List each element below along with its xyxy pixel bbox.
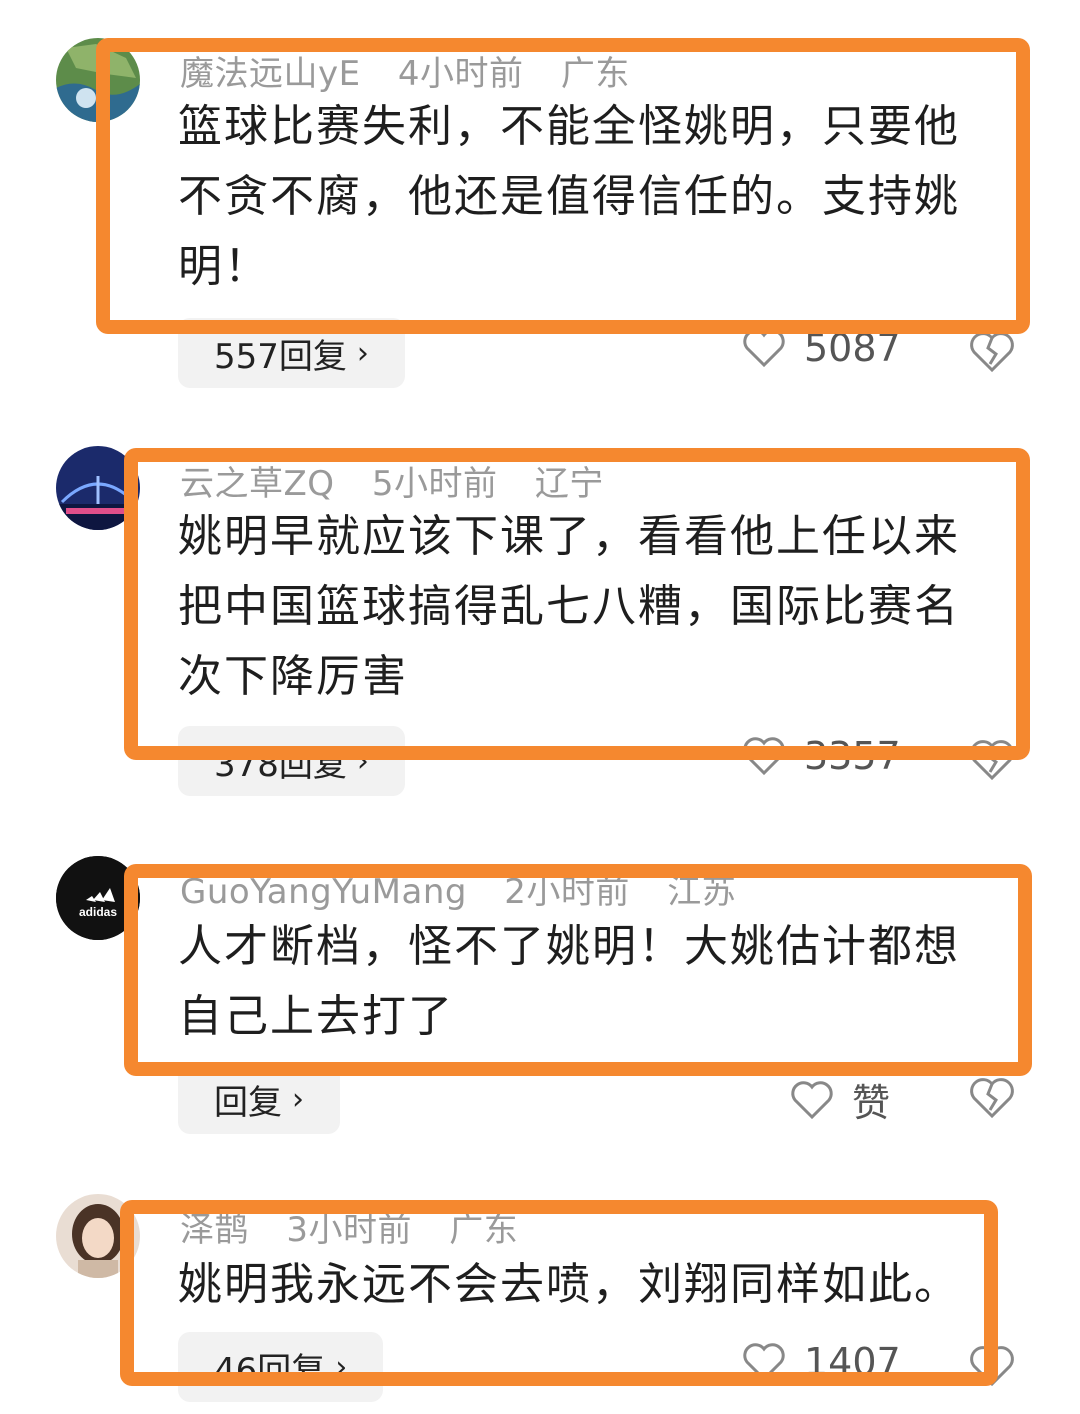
comment-meta: 云之草ZQ 5小时前 辽宁 xyxy=(180,456,630,505)
comment-meta: 魔法远山yE 4小时前 广东 xyxy=(180,46,656,95)
like-button[interactable]: 1407 xyxy=(742,1340,901,1384)
like-button[interactable]: 5087 xyxy=(742,326,901,370)
reply-label: 回复 xyxy=(214,1082,282,1123)
timestamp: 3小时前 xyxy=(286,1210,412,1250)
username[interactable]: 云之草ZQ xyxy=(180,464,335,504)
comment-text: 篮球比赛失利，不能全怪姚明，只要他不贪不腐，他还是值得信任的。支持姚明！ xyxy=(178,101,960,292)
broken-heart-icon[interactable] xyxy=(968,1344,1016,1388)
location: 广东 xyxy=(560,54,630,94)
username[interactable]: 泽鹊 xyxy=(180,1210,249,1250)
reply-label: 557回复 xyxy=(214,336,347,377)
username[interactable]: GuoYangYuMang xyxy=(180,872,467,912)
location: 江苏 xyxy=(667,872,737,912)
chevron-right-icon: › xyxy=(356,335,369,371)
broken-heart-icon[interactable] xyxy=(968,330,1016,374)
adidas-logo-icon: adidas xyxy=(56,856,140,940)
location: 广东 xyxy=(449,1210,519,1250)
location: 辽宁 xyxy=(534,464,604,504)
reply-label: 378回复 xyxy=(214,744,347,785)
chevron-right-icon: › xyxy=(356,743,369,779)
comment-meta: GuoYangYuMang 2小时前 江苏 xyxy=(180,864,762,913)
heart-outline-icon xyxy=(743,1343,785,1382)
timestamp: 2小时前 xyxy=(504,872,630,912)
timestamp: 5小时前 xyxy=(371,464,498,504)
like-count: 3357 xyxy=(804,734,901,778)
chevron-right-icon: › xyxy=(335,1349,348,1385)
heart-outline-icon xyxy=(743,329,785,368)
like-button[interactable]: 3357 xyxy=(742,734,901,778)
heart-outline-icon xyxy=(743,737,785,776)
like-count: 赞 xyxy=(852,1081,891,1125)
username[interactable]: 魔法远山yE xyxy=(180,54,361,94)
comment-text: 人才断档，怪不了姚明！大姚估计都想自己上去打了 xyxy=(178,921,960,1042)
reply-button[interactable]: 46回复 › xyxy=(178,1332,384,1402)
avatar[interactable] xyxy=(56,38,140,122)
broken-heart-icon[interactable] xyxy=(968,738,1016,782)
adidas-logo-text: adidas xyxy=(79,905,117,919)
comment-text: 姚明我永远不会去喷，刘翔同样如此。 xyxy=(178,1259,960,1310)
reply-label: 46回复 xyxy=(214,1350,326,1391)
avatar[interactable]: adidas xyxy=(56,856,140,940)
avatar[interactable] xyxy=(56,446,140,530)
reply-button[interactable]: 378回复 › xyxy=(178,726,405,796)
reply-button[interactable]: 回复 › xyxy=(178,1064,340,1134)
chevron-right-icon: › xyxy=(292,1081,304,1117)
timestamp: 4小时前 xyxy=(397,54,524,94)
comment-text: 姚明早就应该下课了，看看他上任以来把中国篮球搞得乱七八糟，国际比赛名次下降厉害 xyxy=(178,511,960,702)
like-count: 5087 xyxy=(804,326,901,370)
comment-meta: 泽鹊 3小时前 广东 xyxy=(180,1202,544,1251)
broken-heart-icon[interactable] xyxy=(968,1076,1016,1120)
like-count: 1407 xyxy=(804,1340,901,1384)
avatar[interactable] xyxy=(56,1194,140,1278)
reply-button[interactable]: 557回复 › xyxy=(178,318,405,388)
like-button[interactable]: 赞 xyxy=(790,1072,890,1127)
heart-outline-icon xyxy=(791,1080,833,1119)
